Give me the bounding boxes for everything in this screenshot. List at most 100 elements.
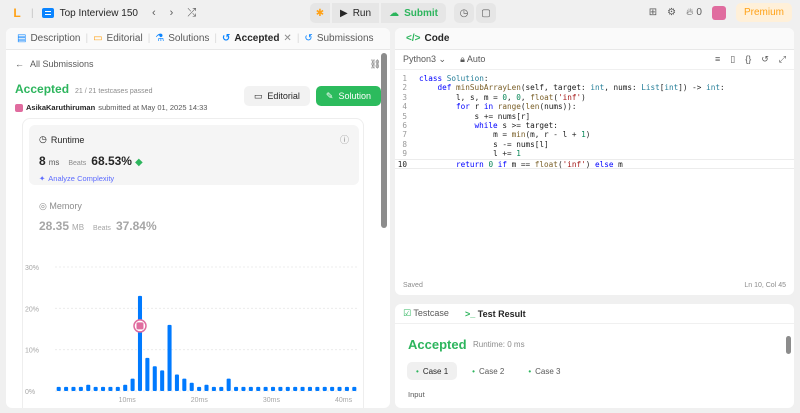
submit-button[interactable]: ☁ Submit: [381, 3, 446, 23]
histogram-bar[interactable]: [307, 386, 312, 391]
timer-icon[interactable]: ◷: [453, 3, 474, 23]
histogram-bar[interactable]: [322, 386, 327, 391]
histogram-bar[interactable]: [293, 386, 298, 391]
close-tab-icon[interactable]: ✕: [283, 33, 291, 44]
code-line[interactable]: 5 s += nums[r]: [395, 112, 794, 121]
case-tab-3[interactable]: • Case 3: [519, 362, 569, 380]
code-line[interactable]: 10 return 0 if m == float('inf') else m: [395, 158, 794, 169]
histogram-bar[interactable]: [152, 366, 157, 391]
tab-test-result[interactable]: >_ Test Result: [465, 309, 526, 319]
tab-description[interactable]: ▤ Description: [12, 33, 85, 44]
format-lines-icon[interactable]: ≡: [715, 54, 720, 65]
tab-solutions[interactable]: ⚗ Solutions: [150, 33, 214, 44]
histogram-bar[interactable]: [56, 386, 61, 391]
fullscreen-icon[interactable]: ⤢: [779, 54, 786, 65]
histogram-bar[interactable]: [78, 386, 83, 391]
result-scrollbar[interactable]: [786, 336, 791, 354]
problem-list-icon[interactable]: [41, 8, 54, 18]
analyze-complexity-link[interactable]: ✦ Analyze Complexity: [39, 174, 349, 183]
histogram-bar[interactable]: [263, 386, 268, 391]
leetcode-logo-icon[interactable]: L: [10, 6, 24, 20]
histogram-bar[interactable]: [174, 374, 179, 391]
username[interactable]: AsikaKaruthiruman: [26, 103, 95, 112]
histogram-bar[interactable]: [93, 386, 98, 391]
all-submissions-link[interactable]: ← All Submissions: [15, 59, 94, 69]
code-line[interactable]: 7 m = min(m, r - l + 1): [395, 130, 794, 139]
code-editor[interactable]: 1 class Solution: 2 def minSubArrayLen(sel…: [395, 70, 794, 169]
histogram-bar[interactable]: [167, 324, 172, 391]
histogram-bar[interactable]: [226, 378, 231, 391]
histogram-bar[interactable]: [182, 378, 187, 391]
link-share-icon[interactable]: ⛓: [370, 59, 381, 70]
debug-bug-icon[interactable]: ✱: [310, 3, 330, 23]
notes-icon[interactable]: ▢: [475, 3, 496, 23]
runtime-distribution-chart[interactable]: 30% 20% 10% 0% 10ms 20ms 30ms 40ms: [23, 259, 363, 408]
histogram-bar[interactable]: [64, 386, 69, 391]
streak-fire-icon[interactable]: 🔥︎: [686, 7, 693, 18]
histogram-bar[interactable]: [248, 386, 253, 391]
shuffle-icon[interactable]: ⤮: [187, 7, 196, 20]
histogram-bar[interactable]: [189, 382, 194, 391]
case-tab-1[interactable]: • Case 1: [407, 362, 458, 380]
histogram-bar[interactable]: [278, 386, 283, 391]
code-line[interactable]: 9 l += 1: [395, 149, 794, 158]
histogram-bar[interactable]: [197, 386, 202, 391]
histogram-bar[interactable]: [330, 386, 335, 391]
histogram-bar[interactable]: [145, 357, 150, 391]
case-tab-2[interactable]: • Case 2: [463, 362, 513, 380]
code-line[interactable]: 3 l, s, m = 0, 0, float('inf'): [395, 93, 794, 102]
histogram-bar[interactable]: [115, 386, 120, 391]
tab-submissions[interactable]: ↺ Submissions: [299, 33, 378, 44]
histogram-bar[interactable]: [344, 386, 349, 391]
problem-list-title[interactable]: Top Interview 150: [60, 8, 138, 19]
histogram-bar[interactable]: [270, 386, 276, 391]
scrollbar-thumb[interactable]: [381, 53, 387, 228]
run-button[interactable]: ▶ Run: [332, 3, 380, 23]
next-problem-icon[interactable]: ›: [170, 7, 174, 19]
histogram-bar[interactable]: [234, 386, 239, 391]
code-line[interactable]: 4 for r in range(len(nums)):: [395, 102, 794, 111]
tab-editorial[interactable]: ▭ Editorial: [88, 33, 148, 44]
histogram-bar[interactable]: [315, 386, 320, 391]
histogram-bar[interactable]: [241, 386, 246, 391]
histogram-bar[interactable]: [86, 384, 91, 391]
settings-gear-icon[interactable]: ⚙: [667, 7, 676, 18]
info-icon[interactable]: ⓘ: [340, 133, 349, 146]
histogram-bar[interactable]: [101, 386, 106, 391]
tab-code[interactable]: </> Code: [401, 33, 454, 44]
code-line[interactable]: 8 s -= nums[l]: [395, 140, 794, 149]
histogram-bar[interactable]: [352, 386, 357, 391]
histogram-bar[interactable]: [256, 386, 261, 391]
code-line[interactable]: 6 while s >= target:: [395, 121, 794, 130]
histogram-bar[interactable]: [337, 386, 342, 391]
runtime-box[interactable]: ◷ Runtime ⓘ 8 ms Beats 68.53% ◆ ✦ Analyz…: [29, 125, 359, 185]
bookmark-icon[interactable]: ▯: [730, 54, 735, 65]
histogram-bar[interactable]: [285, 386, 290, 391]
premium-button[interactable]: Premium: [735, 3, 792, 22]
left-scrollbar[interactable]: [381, 53, 387, 403]
histogram-bar[interactable]: [137, 295, 143, 391]
solution-button[interactable]: ✎ Solution: [315, 86, 381, 106]
histogram-bar[interactable]: [211, 386, 216, 391]
editorial-button[interactable]: ▭ Editorial: [243, 86, 310, 106]
auto-mode-toggle[interactable]: 🔒︎ Auto: [460, 54, 485, 65]
tab-accepted[interactable]: ↺ Accepted ✕: [217, 33, 297, 44]
histogram-bar[interactable]: [219, 386, 224, 391]
avatar[interactable]: [711, 5, 726, 20]
histogram-bar[interactable]: [123, 384, 128, 391]
histogram-bar[interactable]: [108, 386, 113, 391]
histogram-bar[interactable]: [130, 378, 135, 391]
histogram-bar[interactable]: [160, 370, 165, 391]
code-line[interactable]: 2 def minSubArrayLen(self, target: int, …: [395, 83, 794, 92]
language-select[interactable]: Python3 ⌄: [403, 54, 446, 65]
code-line[interactable]: 1 class Solution:: [395, 74, 794, 83]
histogram-bar[interactable]: [300, 386, 305, 391]
tab-testcase[interactable]: ☑ Testcase: [403, 308, 449, 319]
prev-problem-icon[interactable]: ‹: [152, 7, 156, 19]
braces-icon[interactable]: {}: [745, 54, 751, 65]
layout-grid-icon[interactable]: ⊞: [649, 7, 657, 18]
histogram-bar[interactable]: [71, 386, 76, 391]
histogram-bar[interactable]: [204, 384, 209, 391]
memory-heading[interactable]: ◎ Memory: [39, 201, 82, 212]
reset-icon[interactable]: ↺: [761, 54, 769, 65]
